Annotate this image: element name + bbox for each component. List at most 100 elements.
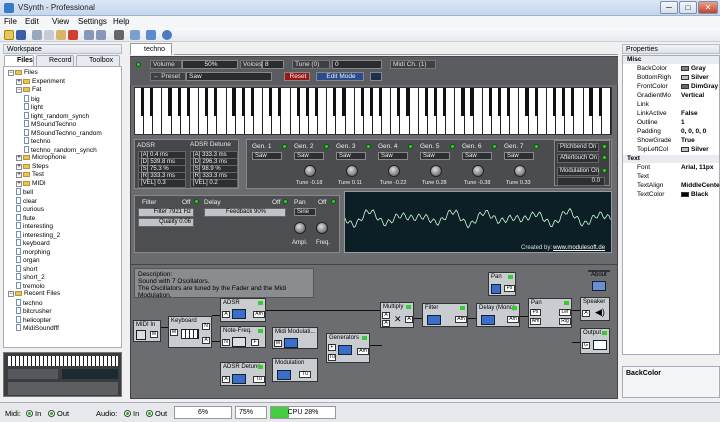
pitchbend-toggle[interactable]: Pitchbend On (557, 143, 599, 152)
white-key[interactable] (217, 88, 227, 134)
copy-icon[interactable] (44, 30, 54, 40)
tab-record[interactable]: Record (36, 55, 74, 66)
port-am[interactable]: Am (253, 311, 265, 318)
port-tu[interactable]: Tu (253, 376, 265, 383)
properties-grid[interactable]: Misc BackColor Gray BottomRigh Silver FrontCo… (622, 55, 720, 355)
port-f[interactable]: F (328, 344, 336, 351)
expander-icon[interactable]: − (8, 291, 14, 297)
module-adsr[interactable]: ADSR A Am (220, 298, 266, 322)
property-row[interactable]: BackColor Gray (623, 65, 719, 73)
module-note-freq[interactable]: Note-Freq. N F (220, 326, 266, 348)
port-m[interactable]: M (170, 329, 178, 336)
expander-icon[interactable]: + (16, 172, 22, 178)
voices-select[interactable]: 8 (262, 60, 284, 69)
port-a[interactable]: A (202, 337, 210, 344)
midi-channel-select[interactable]: Midi Ch. (1) (390, 60, 436, 69)
white-key[interactable] (574, 88, 584, 134)
port-am[interactable]: Am (507, 316, 519, 323)
module-output[interactable]: Output G (580, 328, 610, 354)
pan-state[interactable]: Off (318, 199, 327, 206)
tab-toolbox[interactable]: Toolbox (76, 55, 120, 66)
property-row[interactable]: Link (623, 101, 719, 109)
pan-wave-select[interactable]: Sine (294, 208, 316, 216)
delete-icon[interactable] (68, 30, 78, 40)
white-key[interactable] (281, 88, 291, 134)
expander-icon[interactable]: + (16, 78, 22, 85)
expander-icon[interactable]: − (8, 70, 14, 76)
module-generators[interactable]: Generators F Tu Am (326, 333, 370, 363)
save-icon[interactable] (16, 30, 26, 40)
module-modulation[interactable]: Modulation Tu (272, 358, 318, 382)
port-a[interactable]: A (382, 312, 390, 319)
white-key[interactable] (510, 88, 520, 134)
midi-out-radio[interactable]: Out (48, 409, 69, 418)
property-row[interactable]: GradientMo Vertical (623, 92, 719, 100)
generator-led[interactable] (366, 144, 371, 149)
maximize-button[interactable]: □ (679, 1, 697, 14)
module-multiply[interactable]: Multiply A A ✕ A (380, 302, 414, 328)
port-n[interactable]: N (202, 323, 210, 330)
pan-amplitude-knob[interactable] (294, 222, 306, 234)
close-button[interactable]: ✕ (698, 1, 718, 14)
feedback-slider[interactable]: Feedback 90% (204, 208, 286, 217)
generator-tune-knob[interactable] (346, 165, 358, 177)
port-lef[interactable]: Lef (559, 309, 571, 316)
module-delay[interactable]: Delay (Mono) Am (476, 303, 520, 327)
port-am[interactable]: Am (530, 318, 541, 325)
delay-state[interactable]: Off (272, 199, 281, 206)
menu-file[interactable]: File (4, 17, 17, 26)
port-a[interactable]: A (222, 311, 230, 318)
adsr_detune-slider[interactable]: [VEL] 0.2 (190, 179, 238, 188)
white-key[interactable] (382, 88, 392, 134)
port-ps[interactable]: Ps (530, 309, 541, 316)
edit-mode-button[interactable]: Edit Mode (316, 72, 364, 81)
generator-led[interactable] (450, 144, 455, 149)
module-midi-in[interactable]: MIDI In M (133, 320, 161, 342)
generator-wave-select[interactable]: Saw (420, 152, 450, 160)
menu-help[interactable]: Help (113, 17, 129, 26)
aftertouch-toggle[interactable]: Aftertouch On (557, 154, 599, 163)
tree-folder[interactable]: + Microphone (16, 154, 66, 162)
tree-folder[interactable]: − Fat (16, 86, 41, 94)
module-pan[interactable]: Pan Ps Am Lef Rig (528, 298, 572, 328)
redo-icon[interactable] (96, 30, 106, 40)
menu-settings[interactable]: Settings (78, 17, 107, 26)
quality-slider[interactable]: Quality 0.06 (138, 218, 194, 227)
white-key[interactable] (153, 88, 163, 134)
filter-slider[interactable]: Filter 7921 Hz (138, 208, 194, 217)
expander-icon[interactable]: + (16, 163, 22, 170)
module-about[interactable]: About (588, 270, 610, 291)
generator-led[interactable] (492, 144, 497, 149)
port-am[interactable]: Am (357, 348, 369, 355)
website-link[interactable]: www.modulesoft.de (553, 245, 605, 251)
property-row[interactable]: FrontColor DimGray (623, 83, 719, 91)
white-key[interactable] (345, 88, 355, 134)
open-icon[interactable] (4, 30, 14, 40)
generator-tune-knob[interactable] (304, 165, 316, 177)
port-tu[interactable]: Tu (299, 371, 311, 378)
menu-edit[interactable]: Edit (25, 17, 39, 26)
generator-tune-knob[interactable] (388, 165, 400, 177)
zoom-icon[interactable] (162, 30, 172, 40)
property-category[interactable]: Misc (623, 56, 719, 64)
generator-led[interactable] (324, 144, 329, 149)
white-key[interactable] (409, 88, 419, 134)
property-row[interactable]: Padding 0, 0, 0, 0 (623, 128, 719, 136)
port-m[interactable]: M (274, 340, 282, 347)
white-key[interactable] (446, 88, 456, 134)
property-row[interactable]: TopLeftCol Silver (623, 146, 719, 154)
port-ps[interactable]: Ps (504, 285, 515, 292)
cut-icon[interactable] (32, 30, 42, 40)
generator-wave-select[interactable]: Saw (336, 152, 366, 160)
module-midi-modulation[interactable]: Midi Modulati... M (272, 327, 318, 349)
port-a[interactable]: A (582, 310, 590, 317)
property-row[interactable]: Outline 1 (623, 119, 719, 127)
white-key[interactable] (537, 88, 547, 134)
filter-state[interactable]: Off (182, 199, 191, 206)
tree-folder[interactable]: − Recent Files (8, 290, 60, 298)
port-a[interactable]: A (405, 316, 413, 323)
patch-thumbnail[interactable] (3, 352, 122, 397)
midi-in-radio[interactable]: In (26, 409, 41, 418)
generator-led[interactable] (534, 144, 539, 149)
module-keyboard[interactable]: Keyboard M N A (168, 316, 212, 348)
